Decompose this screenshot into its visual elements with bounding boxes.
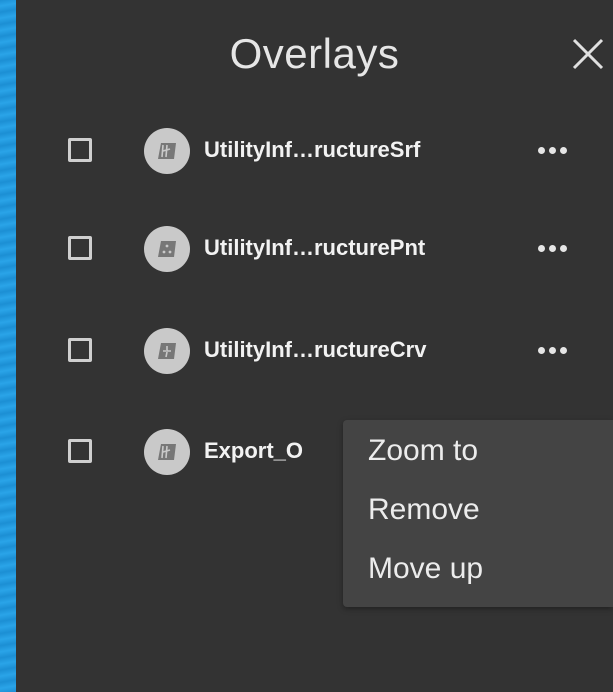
overlay-name: UtilityInf…ructureSrf [204, 137, 421, 162]
surface-layer-icon [144, 429, 190, 475]
overlay-row: UtilityInf…ructureCrv [16, 322, 613, 382]
menu-item-zoom-to[interactable]: Zoom to [368, 434, 478, 468]
point-layer-icon [144, 226, 190, 272]
more-icon [538, 135, 567, 154]
curve-layer-icon [144, 328, 190, 374]
close-button[interactable] [570, 36, 610, 76]
background-map [0, 0, 16, 692]
overlay-visibility-checkbox[interactable] [68, 439, 92, 463]
overlay-more-button[interactable] [538, 135, 567, 154]
overlay-more-button[interactable] [538, 335, 567, 354]
menu-item-remove[interactable]: Remove [368, 493, 480, 527]
more-icon [538, 335, 567, 354]
overlay-name: UtilityInf…ructurePnt [204, 235, 426, 260]
overlay-more-button[interactable] [538, 233, 567, 252]
overlay-visibility-checkbox[interactable] [68, 236, 92, 260]
overlay-name: UtilityInf…ructureCrv [204, 337, 427, 362]
panel-title: Overlays [229, 30, 400, 77]
overlay-row: UtilityInf…ructurePnt [16, 220, 613, 280]
more-icon [538, 233, 567, 252]
overlay-visibility-checkbox[interactable] [68, 138, 92, 162]
menu-item-move-up[interactable]: Move up [368, 552, 483, 586]
close-icon [572, 38, 604, 70]
overlay-row: UtilityInf…ructureSrf [16, 122, 613, 182]
surface-layer-icon [144, 128, 190, 174]
overlay-visibility-checkbox[interactable] [68, 338, 92, 362]
overlay-context-menu: Zoom to Remove Move up [343, 420, 613, 607]
overlay-name: Export_O [204, 438, 304, 463]
